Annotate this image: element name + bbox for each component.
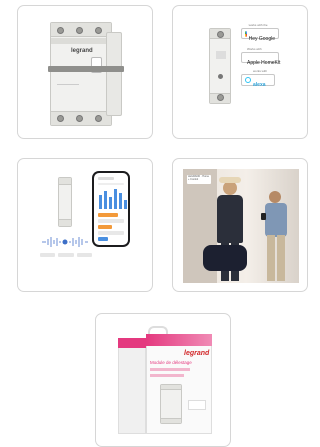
lifestyle-photo: LEGRAND · Home + Control <box>183 169 299 283</box>
alexa-icon <box>245 77 251 83</box>
product-image <box>18 159 152 291</box>
badge-google: works with the Hey Google <box>241 23 279 42</box>
gallery-thumbnail-product-front[interactable]: legrand <box>17 5 153 139</box>
box-headline: Module de délestage <box>150 360 192 365</box>
google-assistant-icon <box>245 30 247 37</box>
badge-homekit: Works with Apple HomeKit <box>241 47 280 66</box>
product-box-image: legrand Module de délestage <box>96 314 230 446</box>
badge-alexa: works with alexa <box>241 69 275 88</box>
product-image: legrand <box>18 6 152 138</box>
gallery-thumbnail-box[interactable]: legrand Module de délestage <box>95 313 231 447</box>
gallery-thumbnail-lifestyle[interactable]: LEGRAND · Home + Control <box>172 158 308 292</box>
phone-app-screenshot <box>92 171 130 247</box>
product-image: works with the Hey Google Works with App… <box>173 6 307 138</box>
gallery-thumbnail-app[interactable] <box>17 158 153 292</box>
brand-logo: legrand <box>71 48 93 54</box>
sound-wave-icon <box>42 237 88 247</box>
gallery-thumbnail-voice-assistants[interactable]: works with the Hey Google Works with App… <box>172 5 308 139</box>
box-brand-logo: legrand <box>184 350 210 357</box>
